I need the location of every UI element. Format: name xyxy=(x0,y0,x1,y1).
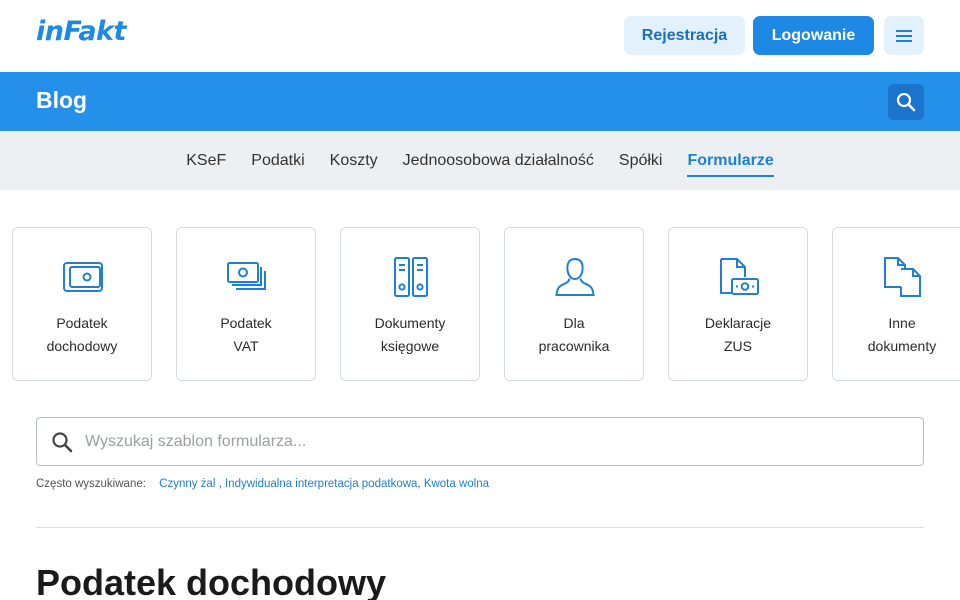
form-search-box xyxy=(36,417,924,466)
search-icon xyxy=(896,92,916,112)
card-podatek-dochodowy[interactable]: Podatek dochodowy xyxy=(12,227,152,381)
category-ksef[interactable]: KSeF xyxy=(186,145,226,177)
card-podatek-vat[interactable]: Podatek VAT xyxy=(176,227,316,381)
card-label-line2: ZUS xyxy=(724,338,752,354)
documents-icon xyxy=(884,257,921,297)
banknotes-icon xyxy=(227,262,266,290)
card-label-line2: pracownika xyxy=(538,338,610,354)
document-money-icon xyxy=(720,258,759,295)
popular-link-kwota-wolna[interactable]: Kwota wolna xyxy=(424,478,489,490)
card-inne-dokumenty[interactable]: Inne dokumenty xyxy=(832,227,960,381)
popular-searches-label: Często wyszukiwane: xyxy=(36,478,146,490)
card-label-line1: Dla xyxy=(563,315,585,331)
category-nav: KSeF Podatki Koszty Jednoosobowa działal… xyxy=(0,131,960,190)
infakt-logo[interactable]: inFakt xyxy=(36,16,126,47)
login-button[interactable]: Logowanie xyxy=(753,16,874,55)
menu-button[interactable] xyxy=(884,16,924,55)
popular-searches: Często wyszukiwane: Czynny żal , Indywid… xyxy=(36,478,490,490)
form-category-cards: Podatek dochodowy Podatek VAT Dokumenty ksi… xyxy=(12,227,960,381)
search-icon xyxy=(52,432,73,453)
top-bar: inFakt Rejestracja Logowanie xyxy=(0,0,960,72)
form-search-input[interactable] xyxy=(85,426,905,457)
popular-link-interpretacja[interactable]: Indywidualna interpretacja podatkowa xyxy=(225,478,417,490)
category-jednoosobowa-dzialalnosc[interactable]: Jednoosobowa działalność xyxy=(403,145,594,177)
blog-bar: Blog xyxy=(0,72,960,131)
wallet-icon xyxy=(63,262,103,292)
popular-link-czynny-zal[interactable]: Czynny żal xyxy=(159,478,215,490)
register-button[interactable]: Rejestracja xyxy=(624,16,745,55)
card-label-line1: Dokumenty xyxy=(374,315,446,331)
divider xyxy=(36,527,924,528)
card-deklaracje-zus[interactable]: Deklaracje ZUS xyxy=(668,227,808,381)
card-label-line1: Deklaracje xyxy=(704,315,772,331)
card-label-line1: Podatek xyxy=(56,315,108,331)
card-dla-pracownika[interactable]: Dla pracownika xyxy=(504,227,644,381)
hamburger-menu-icon xyxy=(896,29,912,42)
card-label-line2: dokumenty xyxy=(867,338,937,354)
card-label-line1: Inne xyxy=(888,315,916,331)
binders-icon xyxy=(394,257,428,297)
category-podatki[interactable]: Podatki xyxy=(251,145,304,177)
card-dokumenty-ksiegowe[interactable]: Dokumenty księgowe xyxy=(340,227,480,381)
person-icon xyxy=(555,257,595,296)
category-koszty[interactable]: Koszty xyxy=(330,145,378,177)
card-label-line1: Podatek xyxy=(220,315,272,331)
card-label-line2: dochodowy xyxy=(46,338,118,354)
blog-search-button[interactable] xyxy=(888,84,924,120)
category-formularze[interactable]: Formularze xyxy=(687,145,774,177)
section-title: Podatek dochodowy xyxy=(36,562,387,600)
card-label-line2: VAT xyxy=(233,338,259,354)
card-label-line2: księgowe xyxy=(380,338,440,354)
blog-title[interactable]: Blog xyxy=(36,87,87,114)
category-spolki[interactable]: Spółki xyxy=(619,145,663,177)
